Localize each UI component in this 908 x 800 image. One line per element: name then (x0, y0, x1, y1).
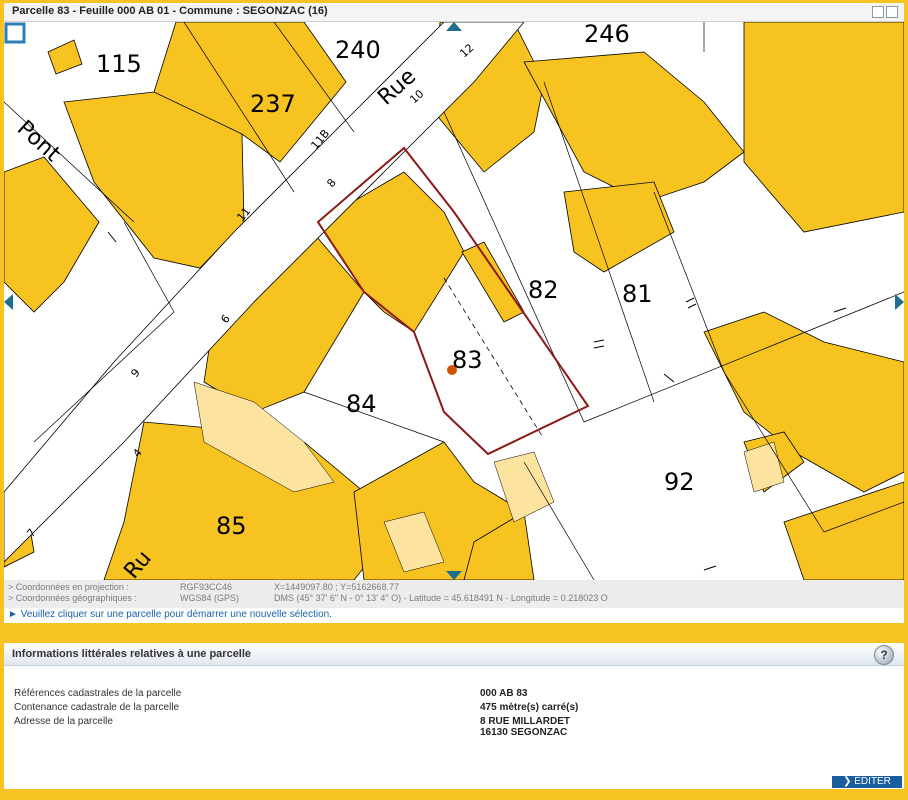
field-value-adresse: 8 RUE MILLARDET (480, 716, 570, 727)
restore-icon[interactable] (872, 6, 884, 18)
cadastral-map[interactable]: 115 237 240 246 82 81 83 84 92 85 Rue Po… (4, 22, 904, 580)
window-titlebar: Parcelle 83 - Feuille 000 AB 01 - Commun… (4, 3, 904, 22)
geo-label: > Coordonnées géographiques : (8, 593, 137, 603)
parcel-label-85: 85 (216, 512, 247, 540)
selection-hint: ► Veuillez cliquer sur une parcelle pour… (4, 608, 904, 623)
coordinates-panel: > Coordonnées en projection : RGF93CC46 … (4, 580, 904, 608)
watermark: © Etreproprio.com (18, 26, 132, 42)
pan-right-icon[interactable] (895, 294, 904, 310)
field-value-references: 000 AB 83 (480, 688, 528, 699)
parcel-info-panel: Informations littérales relatives à une … (4, 643, 904, 789)
field-value-adresse-city: 16130 SEGONZAC (480, 727, 568, 738)
building (47, 39, 83, 75)
parcel-label-237: 237 (250, 90, 296, 118)
projection-label: > Coordonnées en projection : (8, 582, 129, 592)
help-icon[interactable]: ? (874, 645, 894, 665)
parcel-label-83: 83 (452, 346, 483, 374)
corner-bracket-icon (6, 24, 26, 44)
building (563, 181, 675, 273)
pan-left-icon[interactable] (4, 294, 13, 310)
window-title: Parcelle 83 - Feuille 000 AB 01 - Commun… (12, 5, 328, 17)
edit-button[interactable]: ❯ ÉDITER (832, 776, 902, 788)
parcel-label-82: 82 (528, 276, 559, 304)
building (4, 156, 100, 313)
map-window: Parcelle 83 - Feuille 000 AB 01 - Commun… (0, 0, 908, 625)
parcel-label-246: 246 (584, 22, 630, 48)
building (743, 22, 904, 233)
parcel-label-115: 115 (96, 50, 142, 78)
building (461, 241, 525, 323)
parcel-label-240: 240 (335, 36, 381, 64)
info-header: Informations littérales relatives à une … (4, 643, 904, 666)
field-value-contenance: 475 mètre(s) carré(s) (480, 702, 579, 713)
geo-value: DMS (45° 37' 6" N - 0° 13' 4" O) - Latit… (274, 593, 608, 603)
info-title: Informations littérales relatives à une … (12, 648, 252, 660)
field-label-adresse: Adresse de la parcelle (14, 716, 113, 727)
geo-system: WGS84 (GPS) (180, 593, 240, 603)
pan-down-icon[interactable] (446, 571, 462, 580)
map-canvas[interactable]: 115 237 240 246 82 81 83 84 92 85 Rue Po… (4, 22, 904, 580)
maximize-icon[interactable] (886, 6, 898, 18)
projection-system: RGF93CC46 (180, 582, 233, 592)
selection-hint-text: ► Veuillez cliquer sur une parcelle pour… (8, 609, 332, 620)
building (523, 51, 745, 203)
field-label-contenance: Contenance cadastrale de la parcelle (14, 702, 180, 713)
parcel-label-81: 81 (622, 280, 653, 308)
field-label-references: Références cadastrales de la parcelle (14, 688, 182, 699)
parcel-label-92: 92 (664, 468, 695, 496)
projection-value: X=1449097.80 ; Y=5162668.77 (274, 582, 399, 592)
parcel-label-84: 84 (346, 390, 377, 418)
building (703, 311, 904, 493)
pan-up-icon[interactable] (446, 22, 462, 31)
